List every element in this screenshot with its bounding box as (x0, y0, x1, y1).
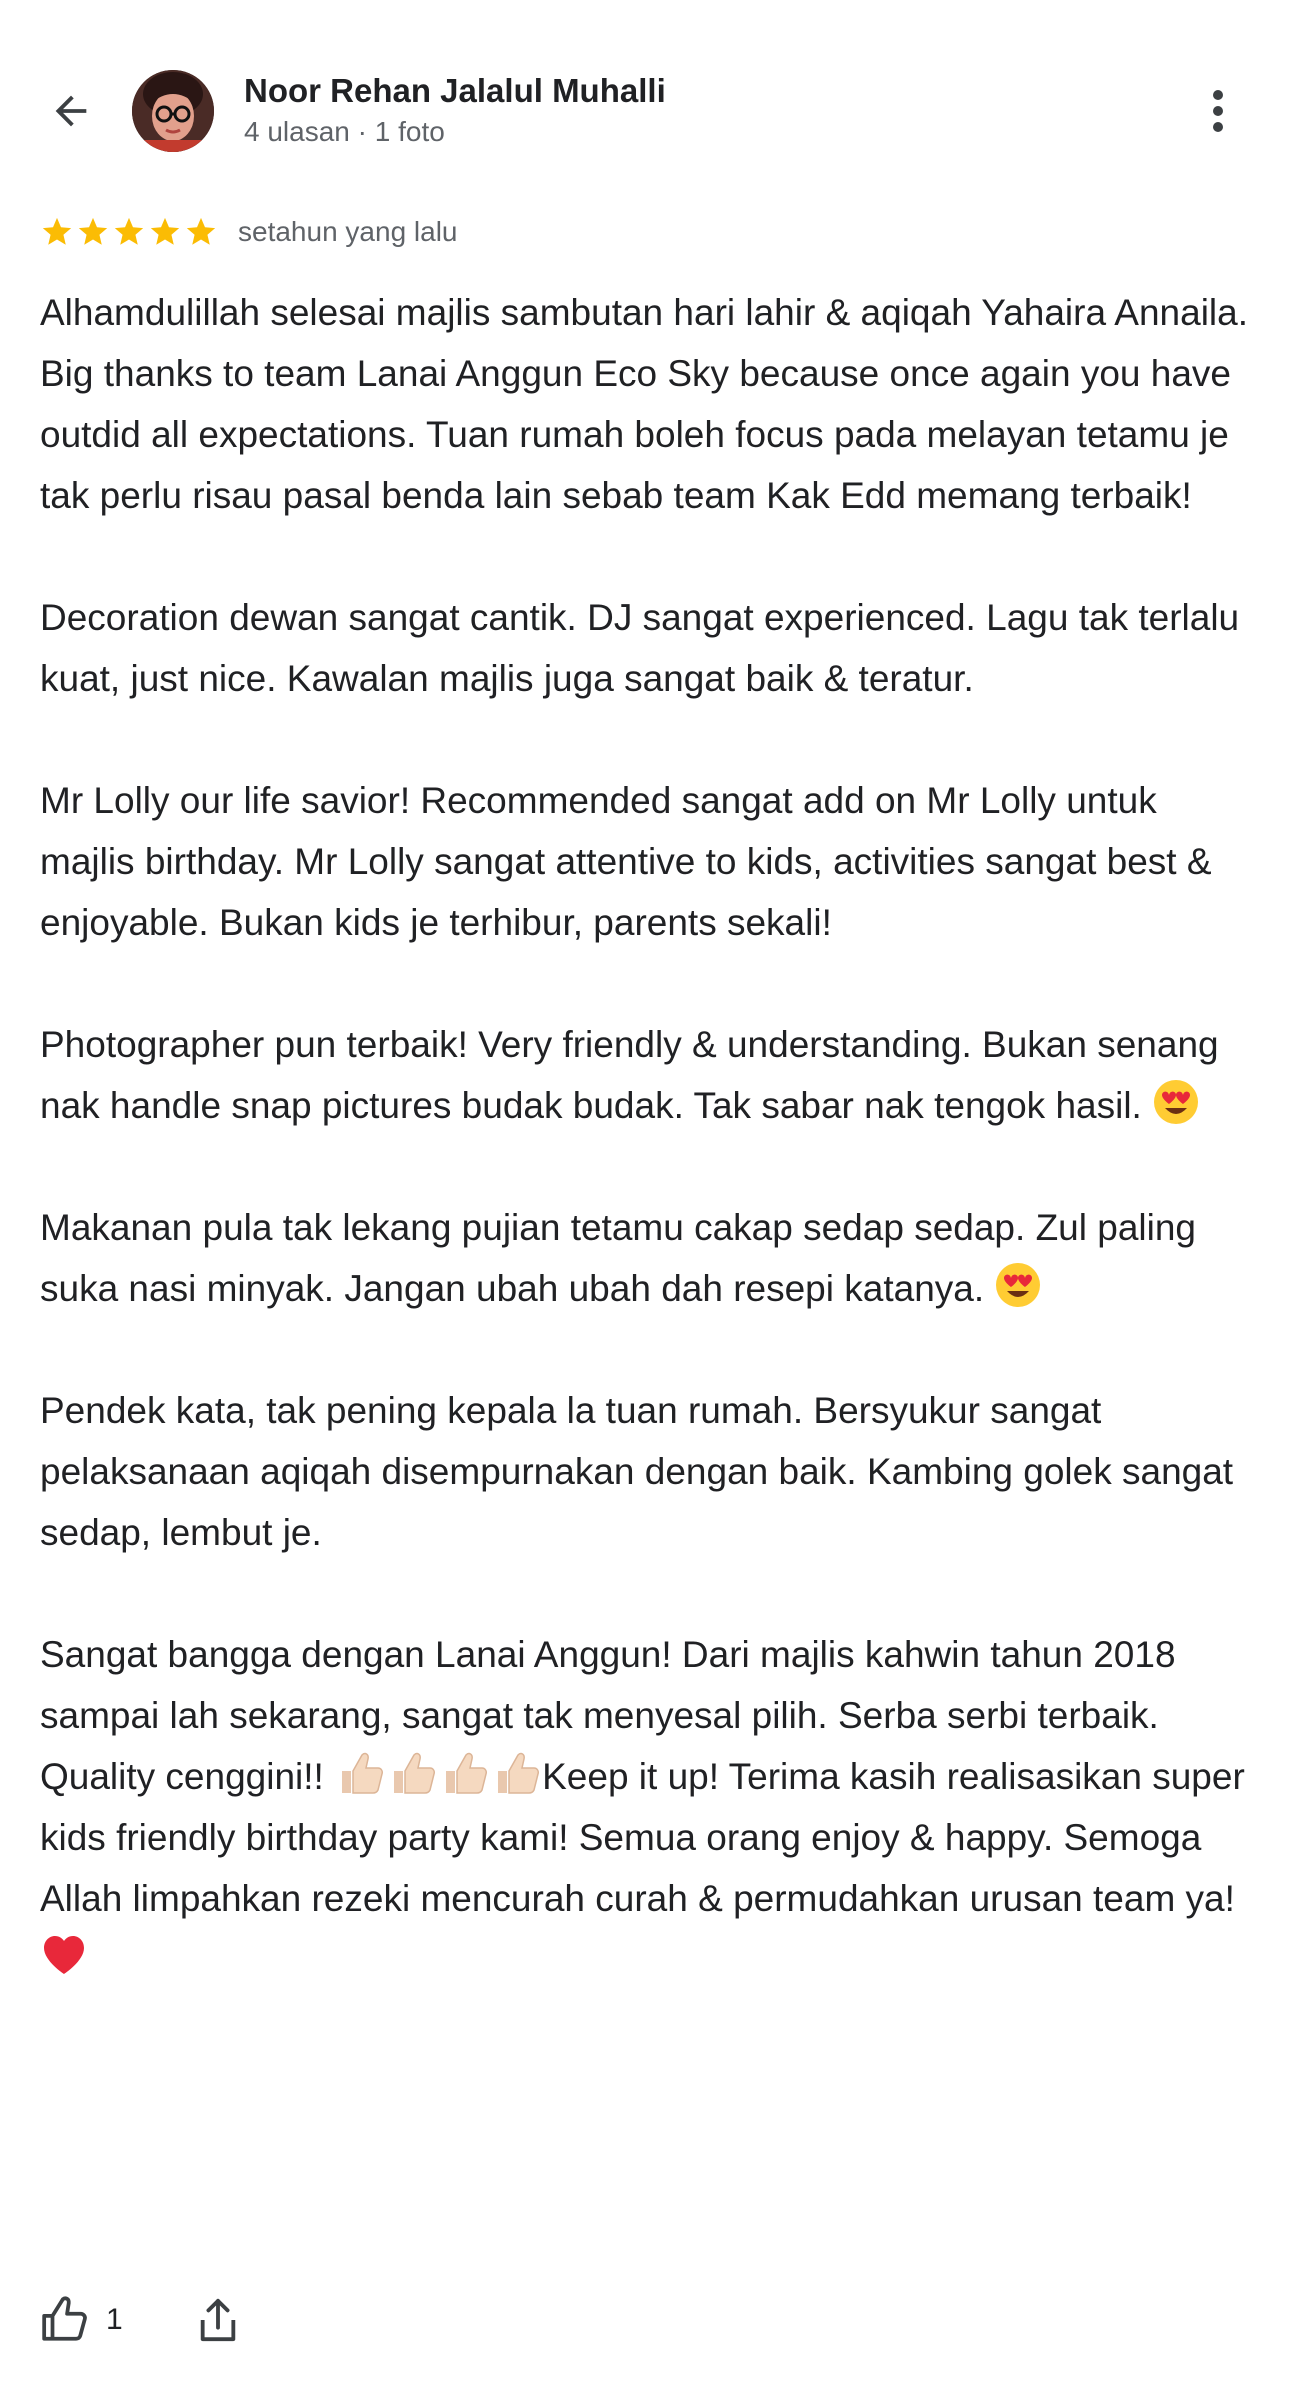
star-icon (114, 217, 144, 245)
review-paragraph-text: Mr Lolly our life savior! Recommended sa… (40, 780, 1212, 943)
review-paragraph: Decoration dewan sangat cantik. DJ sanga… (40, 587, 1258, 709)
review-date: setahun yang lalu (238, 216, 458, 247)
review-paragraph-text: Decoration dewan sangat cantik. DJ sanga… (40, 597, 1240, 699)
thumbs-up-emoji-icon (446, 1752, 488, 1794)
arrow-back-icon (55, 95, 87, 127)
more-options-button[interactable] (1190, 80, 1246, 142)
review-paragraph-text: Photographer pun terbaik! Very friendly … (40, 1024, 1219, 1126)
star-icon (186, 217, 216, 245)
review-paragraph-text: Pendek kata, tak pening kepala la tuan r… (40, 1390, 1234, 1553)
review-text: Alhamdulillah selesai majlis sambutan ha… (40, 282, 1258, 1990)
star-icon (150, 217, 180, 245)
author-name[interactable]: Noor Rehan Jalalul Muhalli (244, 72, 666, 110)
like-count: 1 (106, 2303, 123, 2336)
star-rating (40, 215, 218, 249)
profile-photo-icon (132, 70, 214, 152)
star-icon (42, 217, 72, 245)
review-detail-page: Noor Rehan Jalalul Muhalli 4 ulasan · 1 … (0, 0, 1290, 2387)
thumbs-up-emoji-icon (342, 1752, 384, 1794)
review-header: Noor Rehan Jalalul Muhalli 4 ulasan · 1 … (0, 0, 1290, 190)
star-icon (78, 217, 108, 245)
share-button[interactable] (195, 2295, 241, 2345)
like-button[interactable]: 1 (40, 2295, 123, 2345)
review-paragraph: Photographer pun terbaik! Very friendly … (40, 1014, 1258, 1136)
share-icon (200, 2298, 235, 2342)
back-button[interactable] (40, 80, 102, 142)
rating-row: setahun yang lalu (40, 210, 458, 254)
review-paragraph: Makanan pula tak lekang pujian tetamu ca… (40, 1197, 1258, 1319)
heart-eyes-emoji-icon (996, 1263, 1041, 1307)
review-actions: 1 (40, 2288, 241, 2352)
avatar[interactable] (132, 70, 214, 152)
more-vert-icon (1213, 90, 1223, 132)
red-heart-emoji-icon (44, 1936, 84, 1974)
thumb-up-outline-icon (42, 2296, 87, 2341)
thumbs-up-emoji-icon (394, 1752, 436, 1794)
thumbs-up-emoji-icon (498, 1752, 540, 1794)
review-paragraph: Pendek kata, tak pening kepala la tuan r… (40, 1380, 1258, 1563)
review-paragraph-text: Alhamdulillah selesai majlis sambutan ha… (40, 292, 1248, 516)
author-meta: 4 ulasan · 1 foto (244, 116, 445, 147)
review-paragraph: Alhamdulillah selesai majlis sambutan ha… (40, 282, 1258, 526)
heart-eyes-emoji-icon (1154, 1080, 1199, 1124)
review-paragraph: Sangat bangga dengan Lanai Anggun! Dari … (40, 1624, 1258, 1990)
review-paragraph: Mr Lolly our life savior! Recommended sa… (40, 770, 1258, 953)
